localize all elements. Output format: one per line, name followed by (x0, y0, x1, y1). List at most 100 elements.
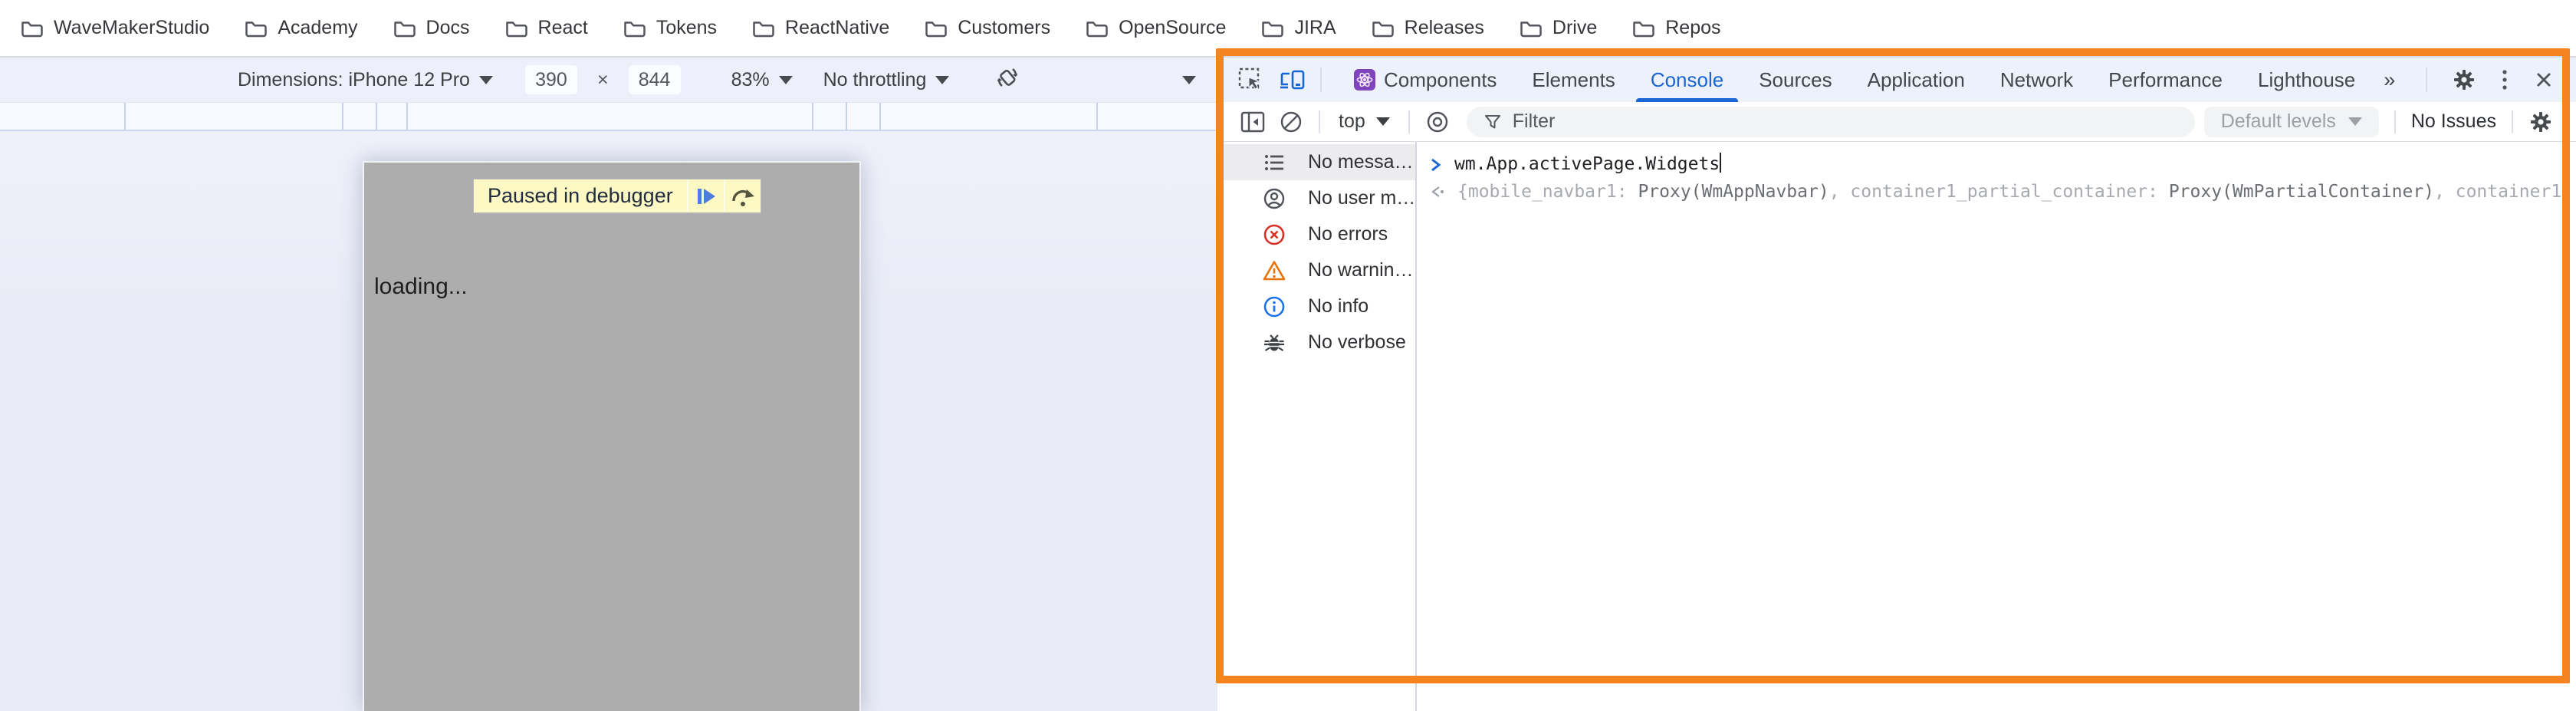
console-settings-button[interactable] (2528, 110, 2553, 134)
device-viewport: loading... (363, 161, 861, 711)
bookmark-label: Drive (1552, 17, 1597, 39)
viewport-height-input[interactable]: 844 (629, 65, 681, 94)
sidebar-item-warnings[interactable]: No warnin… (1217, 252, 1415, 288)
tab-label: Console (1651, 68, 1723, 92)
tab-label: Application (1868, 68, 1965, 92)
tab-performance[interactable]: Performance (2091, 58, 2240, 102)
device-toolbar-more-button[interactable] (1182, 76, 1196, 84)
sidebar-item-verbose[interactable]: No verbose (1217, 324, 1415, 360)
devtools-settings-button[interactable] (2452, 67, 2476, 92)
clear-console-button[interactable] (1279, 110, 1303, 134)
sidebar-item-label: No info (1308, 295, 1368, 318)
tab-label: Components (1384, 68, 1497, 92)
page-preview: loading... Paused in debugger (0, 131, 1217, 711)
folder-icon (1261, 18, 1284, 38)
devtools-close-button[interactable] (2533, 69, 2555, 91)
bookmark-folder-opensource[interactable]: OpenSource (1086, 17, 1226, 39)
tab-lighthouse[interactable]: Lighthouse (2240, 58, 2373, 102)
resume-script-button[interactable] (687, 179, 724, 212)
filter-funnel-icon (1484, 113, 1502, 131)
tab-label: Lighthouse (2258, 68, 2355, 92)
bookmark-folder-academy[interactable]: Academy (245, 17, 357, 39)
sidebar-toggle-icon (1240, 111, 1265, 133)
sidebar-item-label: No verbose (1308, 331, 1406, 354)
bookmark-folder-tokens[interactable]: Tokens (623, 17, 717, 39)
bookmark-folder-wavemakerstudio[interactable]: WaveMakerStudio (21, 17, 209, 39)
close-icon (2533, 69, 2555, 91)
multiply-sign: × (597, 69, 609, 91)
sidebar-item-label: No user m… (1308, 187, 1415, 209)
console-filter-input[interactable]: Filter (1467, 107, 2195, 137)
sidebar-item-info[interactable]: No info (1217, 288, 1415, 324)
tab-elements[interactable]: Elements (1514, 58, 1632, 102)
chevron-down-icon (2348, 117, 2362, 126)
dimensions-dropdown[interactable]: Dimensions: iPhone 12 Pro (238, 69, 493, 91)
device-toolbar-icon (1279, 67, 1306, 92)
eye-icon (1425, 110, 1450, 134)
browser-window: WaveMakerStudio Academy Docs React Token… (0, 0, 2576, 711)
bookmark-folder-docs[interactable]: Docs (393, 17, 470, 39)
console-toolbar: top Filter Default leve (1217, 102, 2576, 142)
tab-label: Elements (1532, 68, 1615, 92)
issues-counter[interactable]: No Issues (2411, 110, 2496, 133)
log-levels-label: Default levels (2221, 110, 2336, 133)
zoom-dropdown[interactable]: 83% (731, 69, 793, 91)
step-over-button[interactable] (724, 179, 761, 212)
inspect-element-button[interactable] (1237, 67, 1263, 93)
chevron-down-icon (1376, 117, 1390, 126)
bookmark-folder-drive[interactable]: Drive (1520, 17, 1597, 39)
tab-components[interactable]: Components (1336, 58, 1514, 102)
folder-icon (1632, 18, 1655, 38)
console-messages-area[interactable]: wm.App.activePage.Widgets {mobile_navbar… (1417, 142, 2576, 711)
info-icon (1262, 295, 1286, 319)
throttling-dropdown[interactable]: No throttling (823, 69, 950, 91)
react-components-icon (1353, 68, 1376, 91)
bug-icon (1262, 331, 1286, 355)
bookmark-folder-repos[interactable]: Repos (1632, 17, 1720, 39)
devtools-menu-button[interactable] (2501, 67, 2509, 92)
folder-icon (245, 18, 268, 38)
bookmark-folder-jira[interactable]: JIRA (1261, 17, 1336, 39)
tab-application[interactable]: Application (1850, 58, 1983, 102)
sidebar-item-errors[interactable]: No errors (1217, 216, 1415, 252)
viewport-width-input[interactable]: 390 (525, 65, 577, 94)
folder-icon (752, 18, 775, 38)
log-levels-dropdown[interactable]: Default levels (2204, 107, 2379, 137)
eager-preview-text: {mobile_navbar1: Proxy(WmAppNavbar), con… (1457, 182, 2576, 202)
sidebar-item-user-messages[interactable]: No user m… (1217, 180, 1415, 216)
dimensions-label: Dimensions: iPhone 12 Pro (238, 69, 470, 91)
sidebar-item-all-messages[interactable]: No messa… (1217, 144, 1415, 180)
console-sidebar-toggle-button[interactable] (1240, 111, 1265, 133)
tab-network[interactable]: Network (1983, 58, 2091, 102)
page-loading-text: loading... (374, 274, 468, 300)
more-tabs-button[interactable]: » (2373, 68, 2406, 92)
bookmark-label: Academy (278, 17, 357, 39)
eager-eval-arrow-icon (1430, 185, 1448, 199)
console-prompt-row[interactable]: wm.App.activePage.Widgets (1417, 153, 2576, 174)
bookmark-label: Docs (426, 17, 470, 39)
folder-icon (1520, 18, 1543, 38)
execution-context-selector[interactable]: top (1339, 110, 1390, 133)
toggle-device-toolbar-button[interactable] (1279, 67, 1306, 92)
bookmark-folder-releases[interactable]: Releases (1372, 17, 1484, 39)
divider (2512, 110, 2513, 133)
bookmark-folder-react[interactable]: React (505, 17, 588, 39)
kebab-menu-icon (2501, 67, 2509, 92)
folder-icon (393, 18, 416, 38)
live-expression-button[interactable] (1425, 110, 1450, 134)
console-prompt-icon (1430, 157, 1442, 173)
tab-label: Network (2000, 68, 2073, 92)
bookmark-label: OpenSource (1119, 17, 1226, 39)
bookmark-folder-customers[interactable]: Customers (925, 17, 1050, 39)
zoom-value: 83% (731, 69, 770, 91)
bookmark-folder-reactnative[interactable]: ReactNative (752, 17, 889, 39)
folder-icon (505, 18, 528, 38)
rotate-viewport-button[interactable] (992, 62, 1023, 98)
divider (1320, 67, 1322, 92)
console-input-text[interactable]: wm.App.activePage.Widgets (1454, 153, 1721, 174)
tab-console[interactable]: Console (1633, 58, 1741, 102)
rotate-icon (992, 62, 1023, 93)
ruler-strip (0, 102, 1217, 131)
tab-sources[interactable]: Sources (1741, 58, 1849, 102)
tab-label: Performance (2108, 68, 2223, 92)
